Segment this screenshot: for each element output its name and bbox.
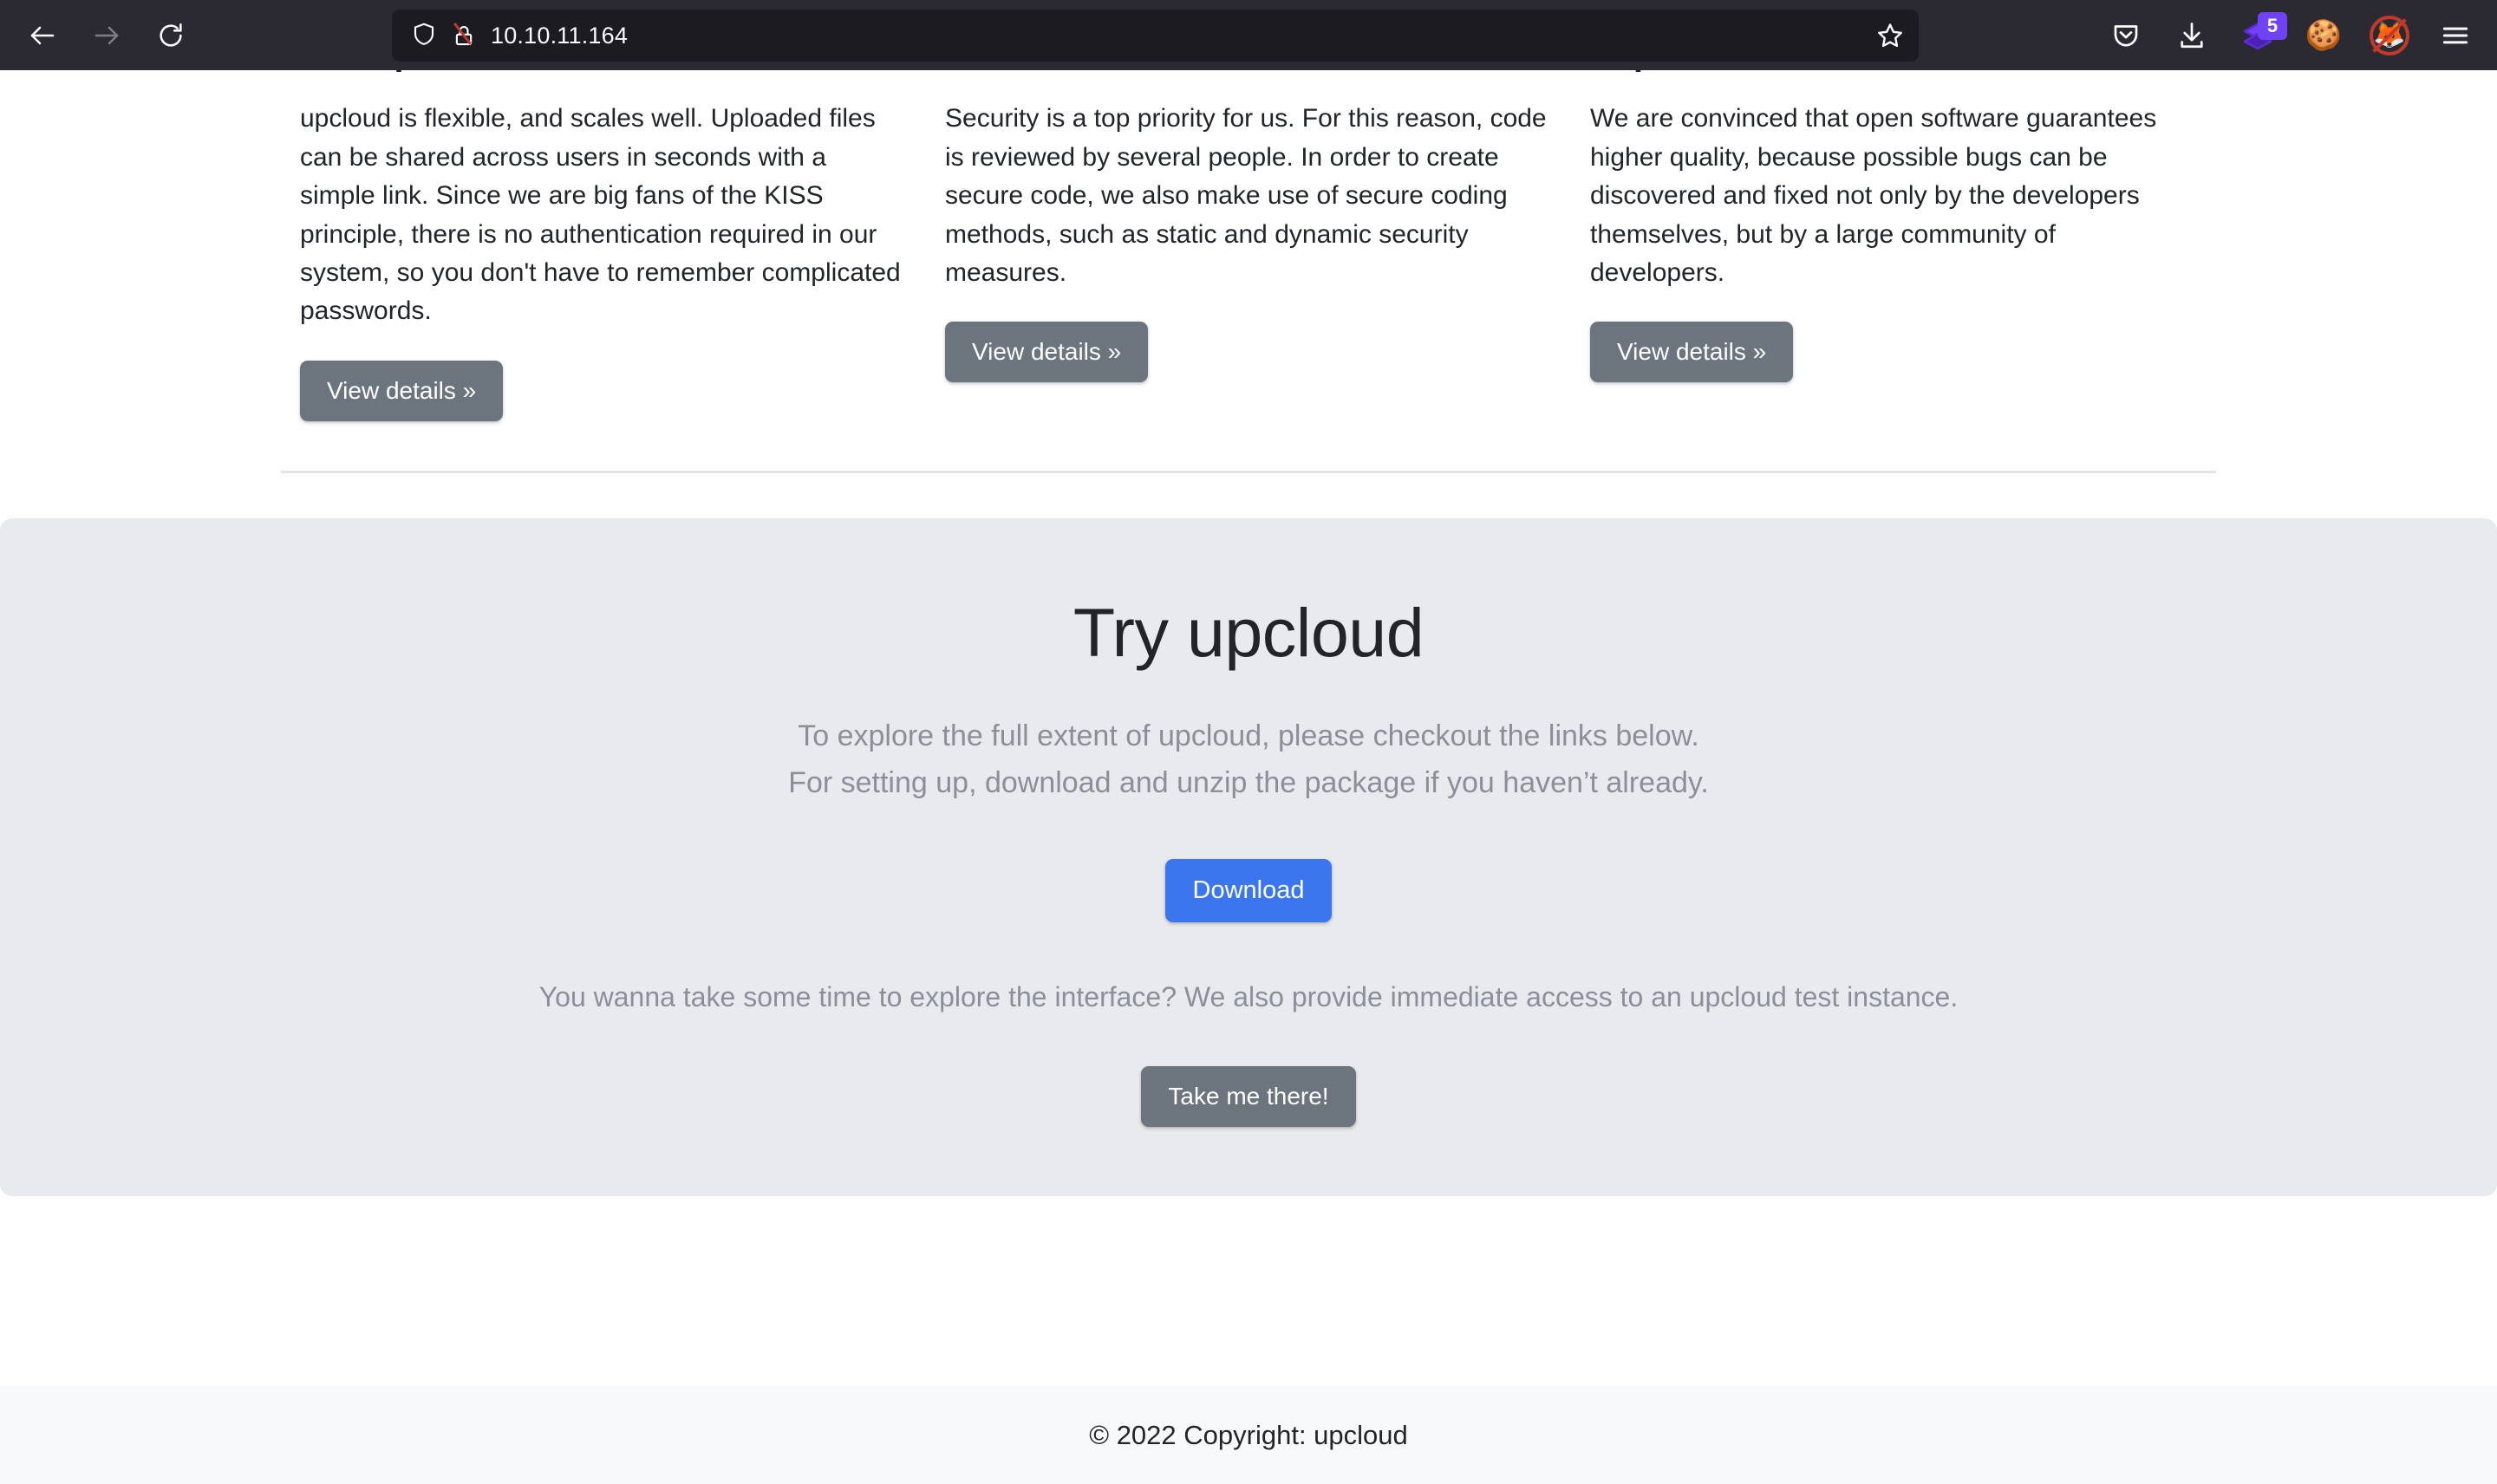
view-details-button-simple[interactable]: View details » xyxy=(300,360,504,421)
url-text: 10.10.11.164 xyxy=(491,22,629,49)
address-bar[interactable]: 10.10.11.164 xyxy=(392,10,1918,62)
lock-crossed-icon[interactable] xyxy=(451,23,477,49)
toolbar-right-icons: 5 🍪 🦊 xyxy=(2093,0,2488,70)
browser-toolbar: 10.10.11.164 5 🍪 xyxy=(0,0,2497,70)
feature-heading: Secure xyxy=(945,70,1552,74)
jumbotron-lead-line-1: To explore the full extent of upcloud, p… xyxy=(798,719,1699,752)
features-container: Simple upcloud is flexible, and scales w… xyxy=(0,70,2497,1196)
page-footer: © 2022 Copyright: upcloud xyxy=(0,1386,2497,1484)
jumbotron-lead: To explore the full extent of upcloud, p… xyxy=(26,713,2471,807)
page-viewport: Simple upcloud is flexible, and scales w… xyxy=(0,70,2497,1484)
layers-icon[interactable]: 5 xyxy=(2225,9,2291,62)
navigation-buttons xyxy=(0,9,198,62)
view-details-button-secure[interactable]: View details » xyxy=(945,322,1149,383)
jumbotron-title: Try upcloud xyxy=(1072,593,1425,671)
feature-heading: OpenSource xyxy=(1590,70,2197,74)
cookie-icon[interactable]: 🍪 xyxy=(2291,9,2357,62)
feature-card-secure: Secure Security is a top priority for us… xyxy=(926,70,1571,421)
features-row: Simple upcloud is flexible, and scales w… xyxy=(281,70,2216,421)
hamburger-menu-icon[interactable] xyxy=(2422,9,2488,62)
download-button[interactable]: Download xyxy=(1164,858,1333,922)
feature-card-opensource: OpenSource We are convinced that open so… xyxy=(1571,70,2216,421)
jumbotron-lead-line-2: For setting up, download and unzip the p… xyxy=(788,766,1709,800)
feature-body: We are convinced that open software guar… xyxy=(1590,104,2157,287)
fox-blocked-icon[interactable]: 🦊 xyxy=(2357,9,2422,62)
shield-icon[interactable] xyxy=(411,21,437,51)
feature-card-simple: Simple upcloud is flexible, and scales w… xyxy=(281,70,926,421)
feature-body: Security is a top priority for us. For t… xyxy=(945,104,1547,287)
jumbotron-subtext: You wanna take some time to explore the … xyxy=(538,980,1959,1012)
cookie-glyph: 🍪 xyxy=(2305,18,2343,52)
take-me-there-button[interactable]: Take me there! xyxy=(1141,1065,1356,1127)
feature-heading: Simple xyxy=(300,70,907,74)
page-content: Simple upcloud is flexible, and scales w… xyxy=(0,70,2497,1196)
pocket-icon[interactable] xyxy=(2093,9,2159,62)
forward-button[interactable] xyxy=(80,9,134,62)
reload-button[interactable] xyxy=(144,9,198,62)
section-divider xyxy=(281,470,2216,473)
address-bar-container: 10.10.11.164 xyxy=(392,10,1919,62)
star-icon[interactable] xyxy=(1861,10,1919,62)
feature-body: upcloud is flexible, and scales well. Up… xyxy=(300,104,901,326)
view-details-button-opensource[interactable]: View details » xyxy=(1590,322,1794,383)
back-button[interactable] xyxy=(16,9,69,62)
extension-badge: 5 xyxy=(2258,11,2287,40)
copyright-text: © 2022 Copyright: upcloud xyxy=(1089,1419,1408,1450)
download-icon[interactable] xyxy=(2159,9,2225,62)
try-upcloud-jumbotron: Try upcloud To explore the full extent o… xyxy=(0,517,2497,1196)
